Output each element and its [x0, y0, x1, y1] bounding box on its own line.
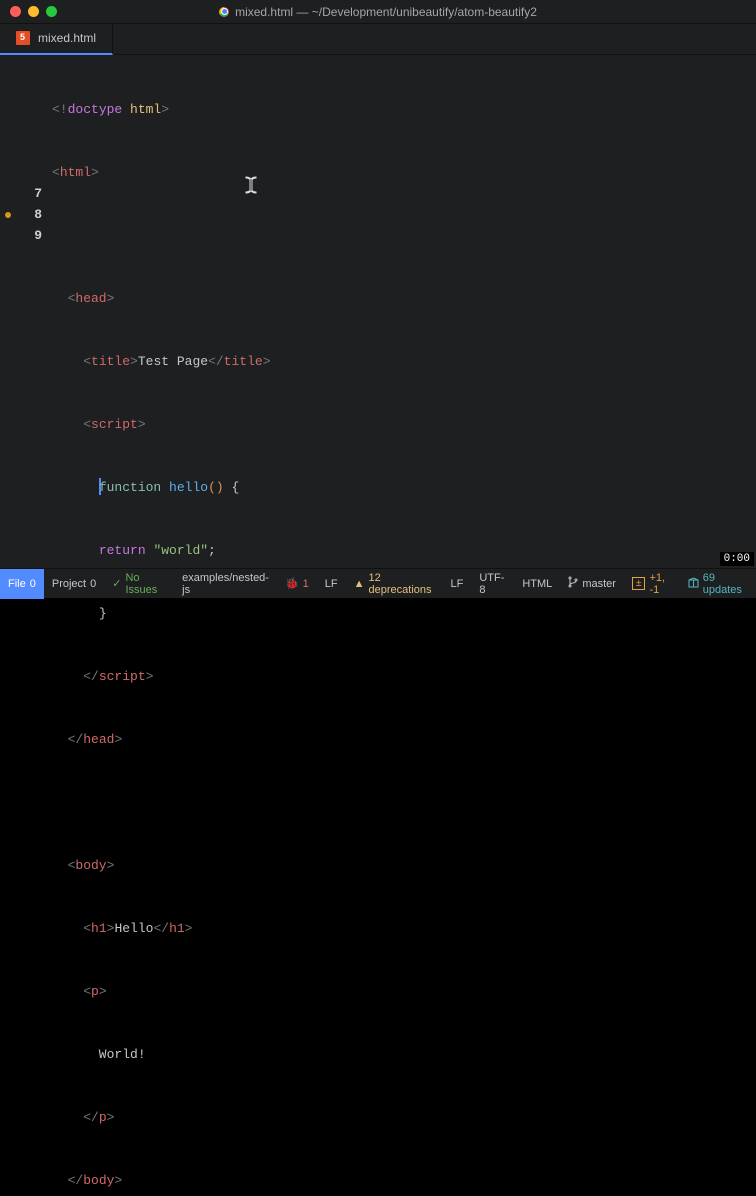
warning-icon: ▲ — [354, 578, 365, 590]
title-bar: mixed.html — ~/Development/unibeautify/a… — [0, 0, 756, 24]
tab-bar: mixed.html — [0, 24, 756, 55]
code-line: World! — [52, 1044, 271, 1065]
status-lf2[interactable]: LF — [442, 569, 471, 599]
gutter: 7 8 9 — [0, 55, 52, 568]
status-diff-text: +1, -1 — [649, 572, 671, 596]
gutter-line — [0, 78, 52, 99]
code-line: </head> — [52, 729, 271, 750]
code-line: <h1>Hello</h1> — [52, 918, 271, 939]
status-git-diff[interactable]: ± +1, -1 — [624, 569, 680, 599]
chrome-icon — [219, 7, 229, 17]
gutter-line — [0, 288, 52, 309]
git-branch-icon — [568, 576, 578, 591]
close-window-button[interactable] — [10, 6, 21, 17]
code-line: <title>Test Page</title> — [52, 351, 271, 372]
gutter-line — [0, 435, 52, 456]
code-line: </p> — [52, 1107, 271, 1128]
status-issues-text: No Issues — [125, 572, 166, 596]
status-file-label: File — [8, 578, 26, 590]
status-language-text: HTML — [522, 578, 552, 590]
status-bugs[interactable]: 🐞 1 — [277, 569, 317, 599]
code-line — [52, 225, 271, 246]
traffic-lights — [0, 6, 57, 17]
status-deprecations-text: 12 deprecations — [369, 572, 435, 596]
recording-time-badge: 0:00 — [720, 552, 754, 566]
status-issues[interactable]: ✓ No Issues — [104, 569, 174, 599]
status-branch-text: master — [582, 578, 616, 590]
code-line: <html> — [52, 162, 271, 183]
gutter-line — [0, 372, 52, 393]
status-lf: LF — [325, 578, 338, 590]
minimize-window-button[interactable] — [28, 6, 39, 17]
editor[interactable]: 7 8 9 <!doctype html> <html> <head> <tit… — [0, 55, 756, 568]
check-icon: ✓ — [112, 577, 121, 590]
gutter-line — [0, 57, 52, 78]
status-project[interactable]: Project 0 — [44, 569, 104, 599]
status-updates-text: 69 updates — [703, 572, 748, 596]
status-bug-count: 1 — [303, 578, 309, 590]
status-line-endings[interactable]: LF — [317, 569, 346, 599]
maximize-window-button[interactable] — [46, 6, 57, 17]
tab-mixed-html[interactable]: mixed.html — [0, 24, 113, 55]
status-project-label: Project — [52, 578, 86, 590]
status-deprecations[interactable]: ▲ 12 deprecations — [346, 569, 443, 599]
code-area[interactable]: <!doctype html> <html> <head> <title>Tes… — [52, 55, 271, 568]
window-title: mixed.html — ~/Development/unibeautify/a… — [219, 5, 537, 19]
gutter-line: 7 — [0, 183, 52, 204]
package-icon — [688, 577, 699, 591]
status-path[interactable]: examples/nested-js — [174, 569, 277, 599]
status-git-branch[interactable]: master — [560, 569, 624, 599]
gutter-line-modified: 8 — [0, 204, 52, 225]
gutter-line — [0, 414, 52, 435]
status-project-count: 0 — [90, 578, 96, 590]
status-lf2-text: LF — [450, 578, 463, 590]
status-path-text: examples/nested-js — [182, 572, 269, 596]
code-line: <body> — [52, 855, 271, 876]
gutter-line — [0, 351, 52, 372]
gutter-line — [0, 393, 52, 414]
status-file[interactable]: File 0 — [0, 569, 44, 599]
code-line: </script> — [52, 666, 271, 687]
gutter-line: 9 — [0, 225, 52, 246]
tab-label: mixed.html — [38, 31, 96, 45]
status-encoding-text: UTF-8 — [479, 572, 506, 596]
gutter-line — [0, 246, 52, 267]
code-line — [52, 792, 271, 813]
code-line: <head> — [52, 288, 271, 309]
code-line: <p> — [52, 981, 271, 1002]
gutter-line — [0, 267, 52, 288]
gutter-line — [0, 162, 52, 183]
status-language[interactable]: HTML — [514, 569, 560, 599]
status-encoding[interactable]: UTF-8 — [471, 569, 514, 599]
status-file-count: 0 — [30, 578, 36, 590]
code-line: return "world"; — [52, 540, 271, 561]
code-line: function hello() { — [52, 477, 271, 498]
status-bar: File 0 Project 0 ✓ No Issues examples/ne… — [0, 568, 756, 598]
bug-icon: 🐞 — [285, 577, 299, 590]
gutter-line — [0, 330, 52, 351]
code-line: <!doctype html> — [52, 99, 271, 120]
code-line: } — [52, 603, 271, 624]
window-title-text: mixed.html — ~/Development/unibeautify/a… — [235, 5, 537, 19]
html5-icon — [16, 31, 30, 45]
code-line: </body> — [52, 1170, 271, 1191]
gutter-line — [0, 141, 52, 162]
gutter-line — [0, 120, 52, 141]
gutter-line — [0, 309, 52, 330]
diff-icon: ± — [632, 577, 646, 590]
status-updates[interactable]: 69 updates — [680, 569, 756, 599]
code-line: <script> — [52, 414, 271, 435]
gutter-line — [0, 99, 52, 120]
